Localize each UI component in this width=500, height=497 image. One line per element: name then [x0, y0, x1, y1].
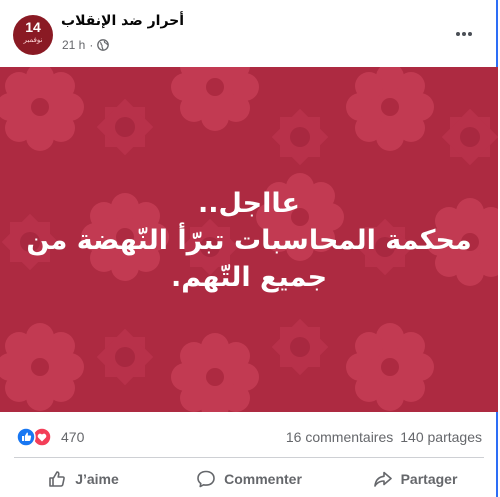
- post-time[interactable]: 21 h: [62, 38, 85, 52]
- page-name[interactable]: أحرار ضد الإنقلاب: [61, 13, 184, 29]
- avatar-number: 14: [25, 19, 41, 35]
- comment-icon: [197, 470, 215, 487]
- shares-count[interactable]: 140 partages: [400, 429, 482, 445]
- share-button[interactable]: Partager: [332, 460, 498, 497]
- image-text-line-2: محكمة المحاسبات تبرّأ النّهضة من: [26, 225, 472, 256]
- reaction-icons[interactable]: [16, 427, 52, 447]
- avatar[interactable]: 14 نوفمبر: [13, 15, 53, 55]
- globe-icon[interactable]: [97, 39, 110, 51]
- share-label: Partager: [400, 470, 458, 487]
- post-image-text: عااجل.. محكمة المحاسبات تبرّأ النّهضة من…: [0, 185, 498, 296]
- post-card: 14 نوفمبر أحرار ضد الإنقلاب 21 h · عااجل…: [0, 0, 498, 497]
- post-meta: 21 h ·: [62, 38, 110, 52]
- separator-dot: ·: [89, 38, 94, 52]
- like-button[interactable]: J’aime: [0, 460, 166, 497]
- avatar-subtitle: نوفمبر: [23, 36, 43, 44]
- share-icon: [373, 471, 392, 487]
- engagement-counts: 16 commentaires 140 partages: [286, 429, 482, 445]
- comments-count[interactable]: 16 commentaires: [286, 429, 393, 445]
- reactions-count[interactable]: 470: [61, 429, 84, 445]
- more-options-icon[interactable]: [448, 22, 480, 46]
- like-label: J’aime: [75, 470, 119, 487]
- post-actions: J’aime Commenter Partager: [0, 460, 498, 497]
- post-image[interactable]: عااجل.. محكمة المحاسبات تبرّأ النّهضة من…: [0, 67, 498, 412]
- comment-label: Commenter: [224, 470, 302, 487]
- like-icon: [49, 470, 66, 487]
- image-text-line-1: عااجل..: [198, 188, 300, 219]
- like-reaction-icon: [16, 427, 36, 447]
- reactions-bar: 470 16 commentaires 140 partages: [0, 420, 498, 454]
- comment-button[interactable]: Commenter: [166, 460, 332, 497]
- image-text-line-3: جميع التّهم.: [170, 262, 328, 293]
- divider: [14, 457, 484, 458]
- post-header: 14 نوفمبر أحرار ضد الإنقلاب 21 h ·: [0, 0, 498, 66]
